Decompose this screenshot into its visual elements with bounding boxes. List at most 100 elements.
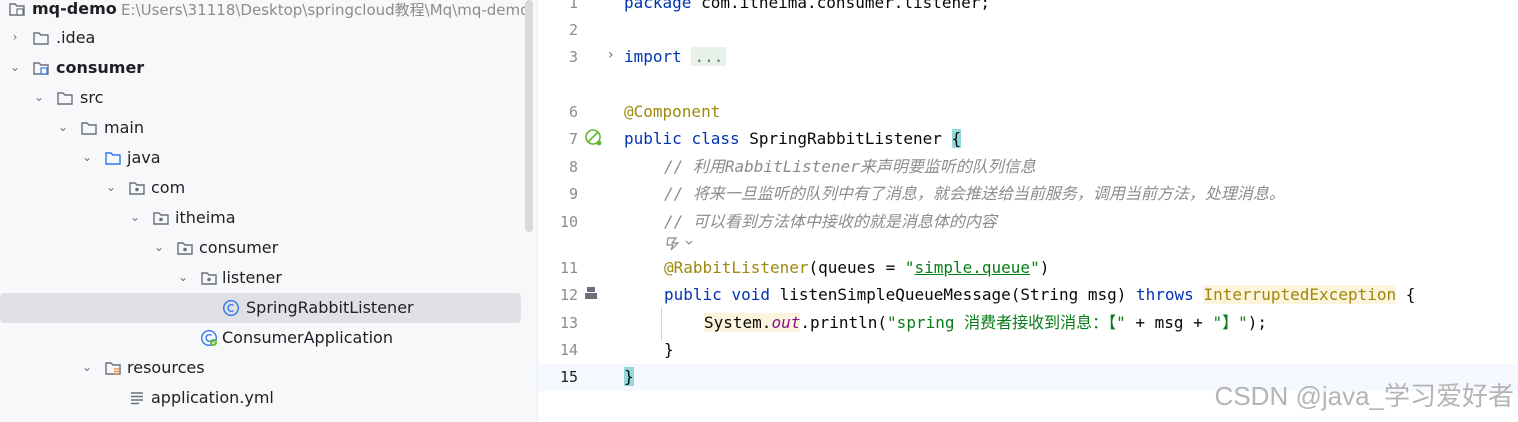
line-number: 8 [568, 158, 578, 176]
code-text: public class SpringRabbitListener { [624, 129, 962, 148]
chevron-right-icon[interactable]: › [8, 30, 22, 44]
tree-row-resources[interactable]: ⌄ resources [0, 353, 525, 383]
code-line-14[interactable]: 14 } [538, 337, 1518, 364]
line-number: 13 [559, 314, 578, 332]
tree-label-main: main [104, 118, 144, 137]
tree-label-java: java [127, 148, 161, 167]
code-line-7[interactable]: 7 public class SpringRabbitListener { [538, 126, 1518, 153]
code-text: } [664, 340, 674, 359]
tree-label-com: com [151, 178, 186, 197]
code-line-6[interactable]: 6 @Component [538, 99, 1518, 126]
tree-row-src[interactable]: ⌄ src [0, 83, 525, 113]
tree-row-com[interactable]: ⌄ com [0, 173, 525, 203]
line-number: 12 [559, 286, 578, 304]
package-icon [200, 269, 218, 287]
code-line-8[interactable]: 8 // 利用RabbitListener来声明要监听的队列信息 [538, 154, 1518, 181]
chevron-down-icon[interactable]: ⌄ [56, 120, 70, 134]
tree-label-listener: listener [222, 268, 282, 287]
code-text: System.out.println("spring 消费者接收到消息：【" +… [704, 313, 1267, 332]
spring-boot-class-icon [200, 329, 218, 347]
package-icon [128, 179, 146, 197]
code-line-12[interactable]: 12 public void listenSimpleQueueMessage(… [538, 282, 1518, 309]
line-number: 9 [568, 185, 578, 203]
code-text: package com.itheima.consumer.listener; [624, 0, 991, 12]
code-line-3[interactable]: 3 › import ... [538, 44, 1518, 71]
tree-row-spring-rabbit-listener[interactable]: SpringRabbitListener [0, 293, 521, 323]
code-line-13[interactable]: 13 System.out.println("spring 消费者接收到消息：【… [538, 310, 1518, 337]
chevron-down-icon[interactable]: ⌄ [32, 90, 46, 104]
line-number: 14 [559, 341, 578, 359]
folded-imports[interactable]: ... [691, 47, 727, 66]
tree-row-main[interactable]: ⌄ main [0, 113, 525, 143]
tree-row-java[interactable]: ⌄ java [0, 143, 525, 173]
tree-label-idea: .idea [56, 28, 96, 47]
tree-label-resources: resources [127, 358, 205, 377]
folder-icon [80, 119, 98, 137]
tree-scrollbar[interactable] [525, 0, 533, 232]
package-icon [176, 239, 194, 257]
comment-text: // 可以看到方法体中接收的就是消息体的内容 [664, 212, 997, 231]
watermark: CSDN @java_学习爱好者 [1214, 381, 1514, 411]
code-line-9[interactable]: 9 // 将来一旦监听的队列中有了消息，就会推送给当前服务，调用当前方法，处理消… [538, 181, 1518, 208]
comment-text: // 利用RabbitListener来声明要监听的队列信息 [664, 157, 1036, 176]
tree-label-itheima: itheima [175, 208, 236, 227]
source-folder-icon [104, 149, 122, 167]
project-tree: mq-demo E:\Users\31118\Desktop\springclo… [0, 0, 538, 422]
line-number: 2 [568, 21, 578, 39]
queue-name-link[interactable]: simple.queue [914, 258, 1030, 277]
chevron-down-icon[interactable]: ⌄ [128, 210, 142, 224]
tree-row-consumer-application[interactable]: ConsumerApplication [0, 323, 525, 353]
project-folder-icon [8, 0, 26, 18]
line-number: 15 [559, 368, 578, 386]
indent-guide [661, 307, 662, 341]
class-icon [222, 299, 240, 317]
project-path: E:\Users\31118\Desktop\springcloud教程\Mq\… [121, 1, 530, 19]
method-gutter-icon[interactable] [584, 286, 598, 304]
code-text: public void listenSimpleQueueMessage(Str… [664, 285, 1416, 304]
tree-row-itheima[interactable]: ⌄ itheima [0, 203, 525, 233]
code-text: @Component [624, 102, 721, 121]
code-text: import ... [624, 47, 727, 67]
line-number: 6 [568, 103, 578, 121]
tree-label-src: src [80, 88, 104, 107]
folder-icon [56, 89, 74, 107]
tree-row-consumer-module[interactable]: ⌄ consumer [0, 53, 525, 83]
line-number: 1 [568, 0, 578, 12]
line-number: 10 [559, 213, 578, 231]
package-icon [152, 209, 170, 227]
tree-row-project-root[interactable]: mq-demo E:\Users\31118\Desktop\springclo… [0, 0, 529, 24]
tree-row-application-yml[interactable]: application.yml [0, 383, 525, 413]
line-number: 3 [568, 48, 578, 66]
code-line-11[interactable]: 11 @RabbitListener(queues = "simple.queu… [538, 255, 1518, 282]
module-folder-icon [32, 59, 50, 77]
tree-label-consumer: consumer [56, 58, 145, 77]
chevron-down-icon[interactable]: ⌄ [80, 150, 94, 164]
resources-folder-icon [104, 359, 122, 377]
code-line-10[interactable]: 10 // 可以看到方法体中接收的就是消息体的内容 [538, 209, 1518, 236]
line-number: 7 [568, 130, 578, 148]
tree-label-application-yml: application.yml [151, 388, 274, 407]
folder-icon [32, 29, 50, 47]
ai-assist-icon[interactable] [664, 234, 696, 256]
code-editor[interactable]: 1 package com.itheima.consumer.listener;… [538, 0, 1518, 422]
comment-text: // 将来一旦监听的队列中有了消息，就会推送给当前服务，调用当前方法，处理消息。 [664, 184, 1285, 203]
code-line-2[interactable]: 2 [538, 17, 1518, 44]
line-number: 11 [559, 259, 578, 277]
fold-chevron-icon[interactable]: › [608, 47, 614, 63]
tree-row-idea[interactable]: › .idea [0, 23, 525, 53]
code-text: @RabbitListener(queues = "simple.queue") [664, 258, 1050, 277]
chevron-down-icon[interactable]: ⌄ [8, 60, 22, 74]
code-line-1[interactable]: 1 package com.itheima.consumer.listener; [538, 0, 1518, 17]
text-file-icon [128, 389, 146, 407]
tree-row-consumer-package[interactable]: ⌄ consumer [0, 233, 525, 263]
chevron-down-icon[interactable]: ⌄ [80, 360, 94, 374]
chevron-down-icon[interactable]: ⌄ [104, 180, 118, 194]
chevron-down-icon[interactable]: ⌄ [176, 270, 190, 284]
tree-label-consumer-application: ConsumerApplication [222, 328, 393, 347]
tree-row-listener[interactable]: ⌄ listener [0, 263, 525, 293]
bean-gutter-icon[interactable] [584, 128, 604, 152]
code-text: } [624, 367, 634, 386]
tree-label-spring-rabbit-listener: SpringRabbitListener [246, 298, 414, 317]
tree-label-consumer-package: consumer [199, 238, 279, 257]
chevron-down-icon[interactable]: ⌄ [152, 240, 166, 254]
